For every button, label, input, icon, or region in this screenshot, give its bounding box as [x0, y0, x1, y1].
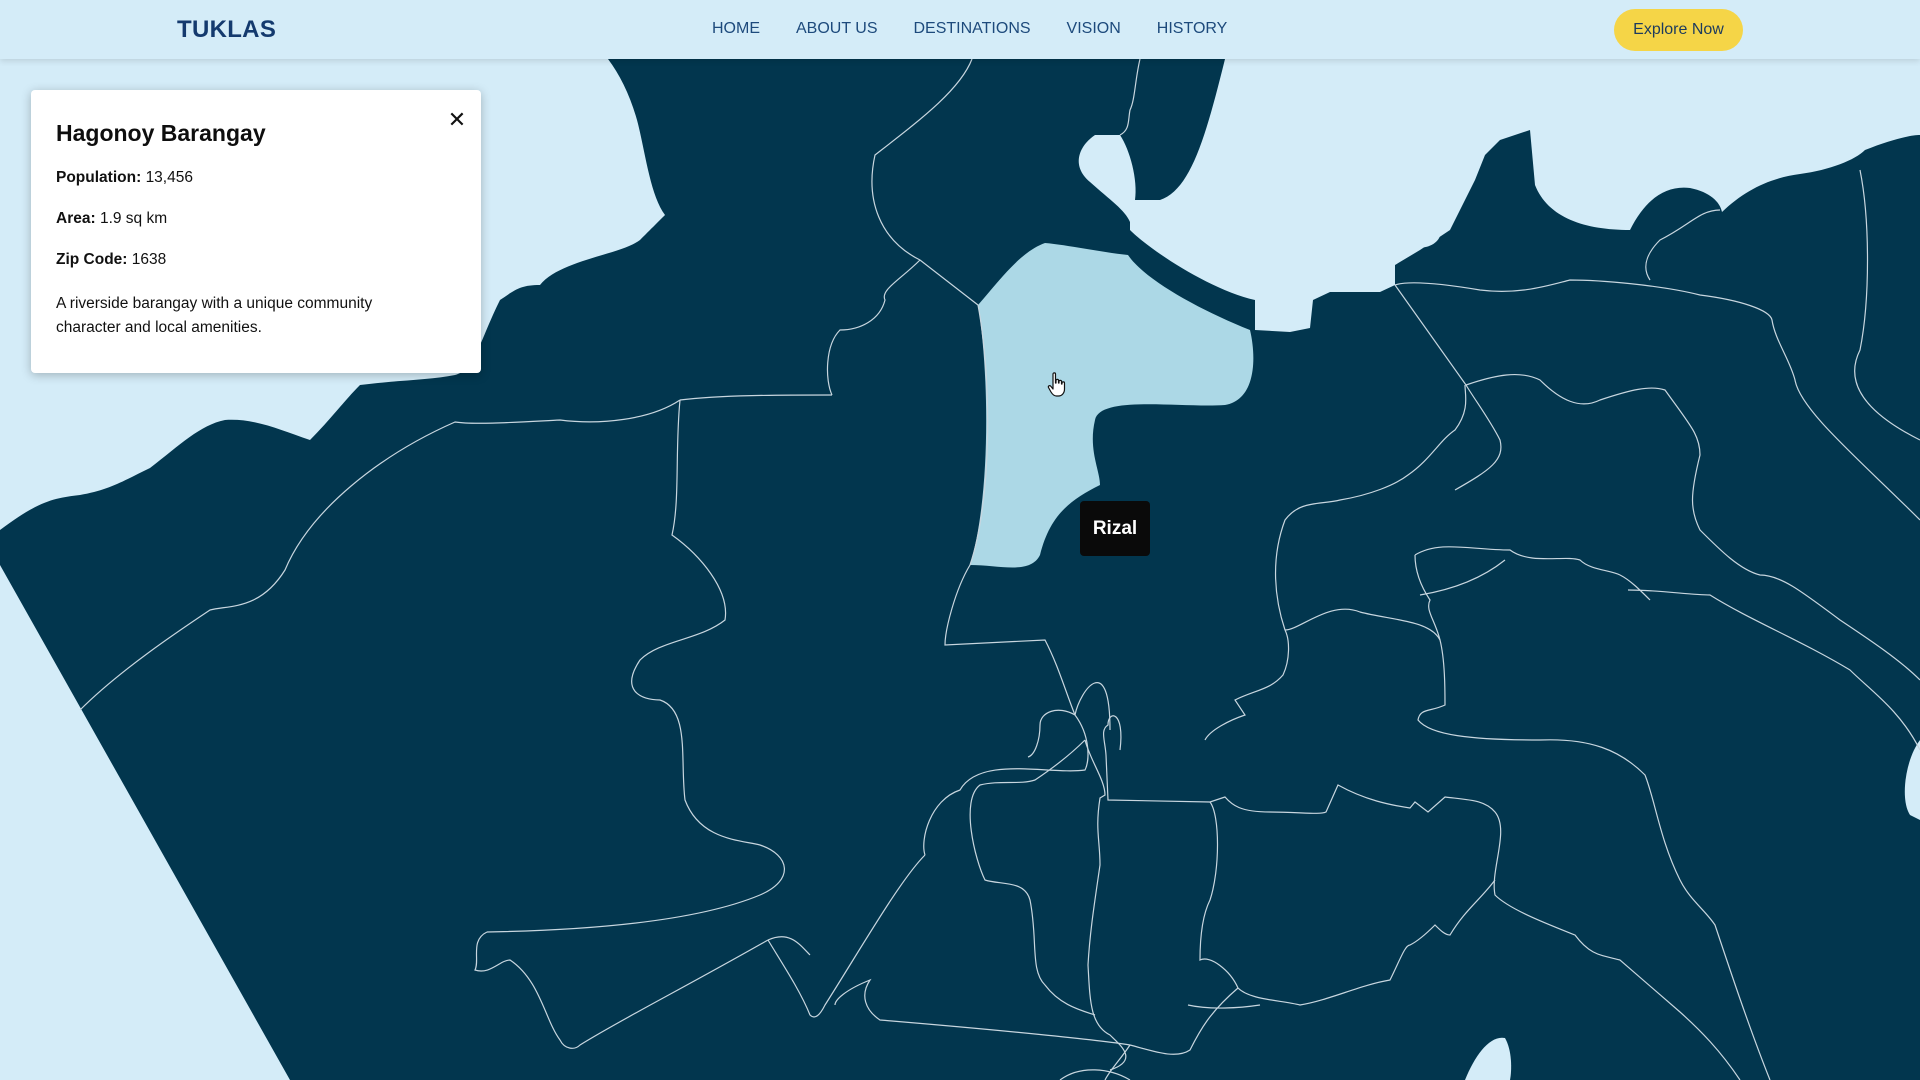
barangay-info-panel: Hagonoy Barangay ✕ Population: 13,456 Ar… — [31, 90, 481, 373]
main-nav: HOME ABOUT US DESTINATIONS VISION HISTOR… — [712, 20, 1227, 38]
close-icon[interactable]: ✕ — [443, 107, 471, 135]
region-tooltip: Rizal — [1080, 501, 1150, 556]
population-row: Population: 13,456 — [56, 169, 455, 187]
nav-destinations[interactable]: DESTINATIONS — [914, 20, 1031, 38]
population-value: 13,456 — [145, 169, 193, 186]
nav-history[interactable]: HISTORY — [1157, 20, 1228, 38]
area-row: Area: 1.9 sq km — [56, 210, 455, 228]
top-navbar: TUKLAS HOME ABOUT US DESTINATIONS VISION… — [0, 0, 1920, 59]
nav-about-us[interactable]: ABOUT US — [796, 20, 878, 38]
zip-code-label: Zip Code: — [56, 251, 128, 268]
panel-title: Hagonoy Barangay — [56, 120, 266, 146]
panel-description: A riverside barangay with a unique commu… — [56, 295, 373, 336]
nav-home[interactable]: HOME — [712, 20, 760, 38]
area-value: 1.9 sq km — [99, 210, 168, 227]
zip-code-row: Zip Code: 1638 — [56, 251, 455, 269]
population-label: Population: — [56, 169, 142, 186]
brand-logo[interactable]: TUKLAS — [177, 16, 276, 44]
explore-now-button[interactable]: Explore Now — [1614, 9, 1743, 51]
nav-vision[interactable]: VISION — [1067, 20, 1121, 38]
area-label: Area: — [56, 210, 96, 227]
hand-pointer-icon — [1047, 372, 1066, 397]
zip-code-value: 1638 — [131, 251, 167, 268]
